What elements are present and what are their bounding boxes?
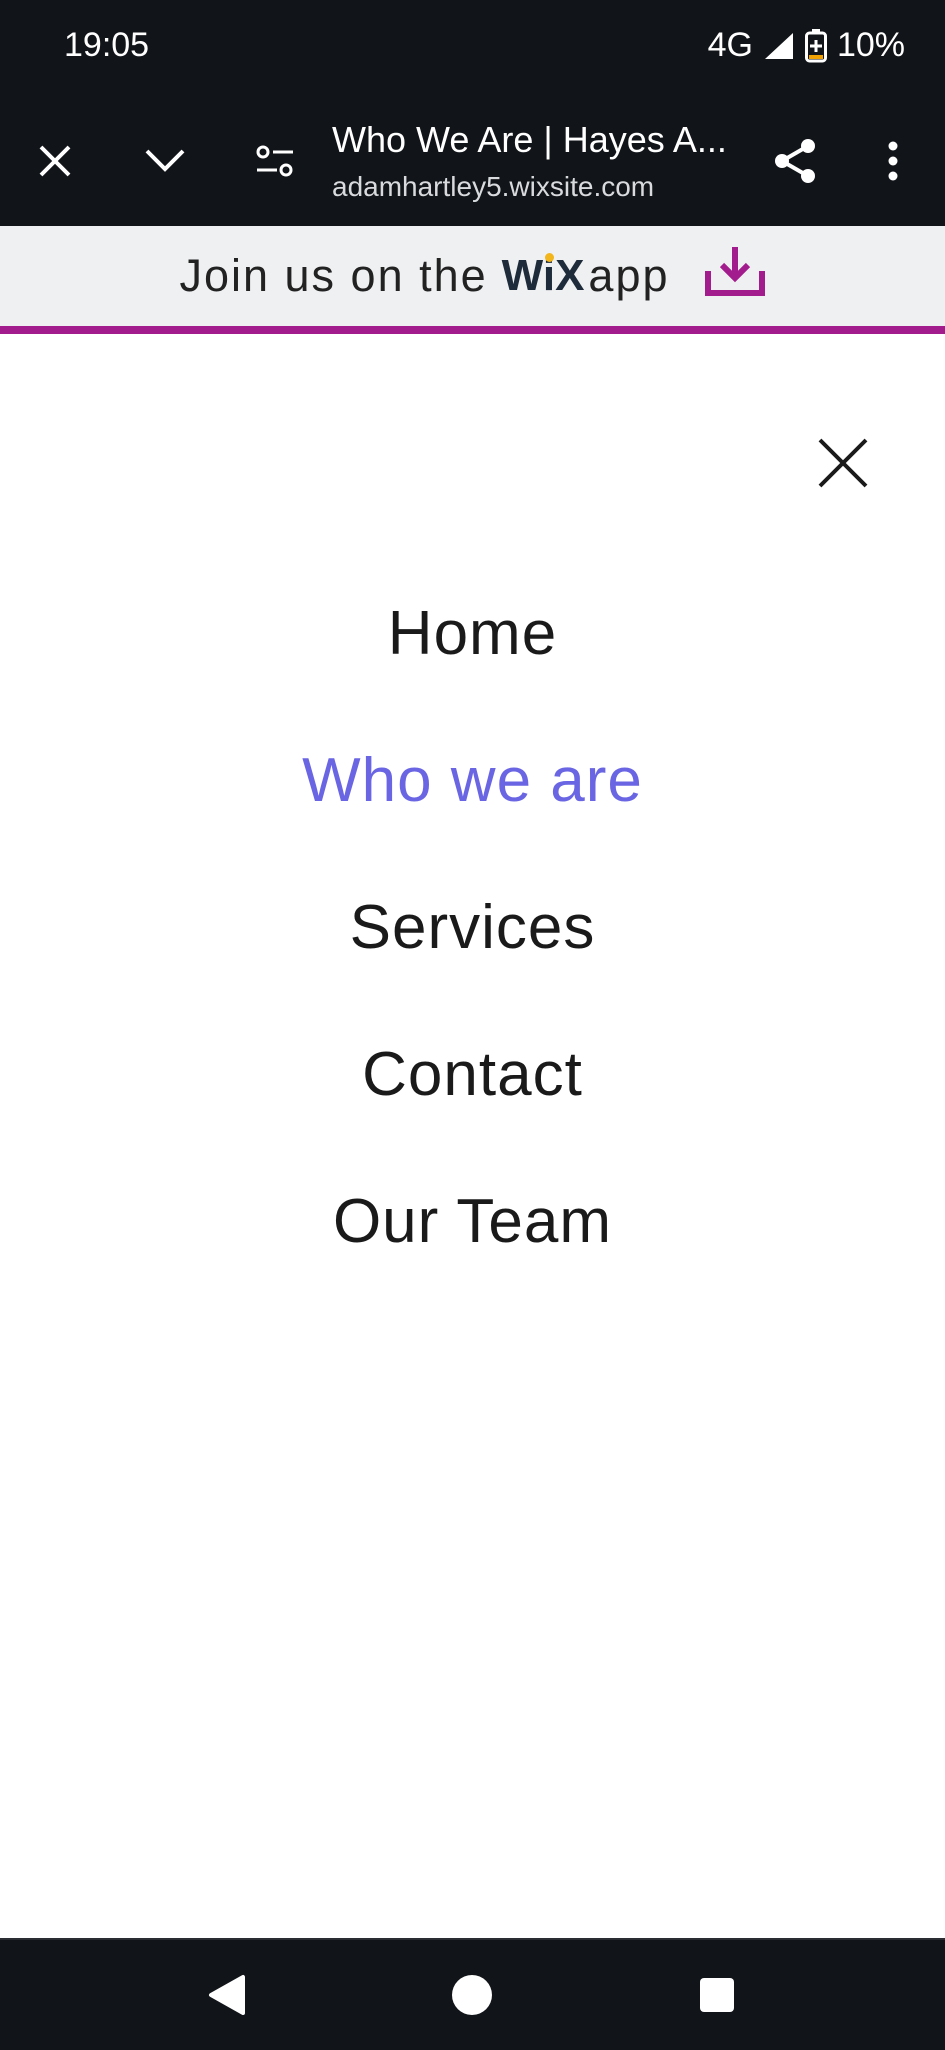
wix-logo: WiX bbox=[501, 251, 585, 300]
wix-app-banner[interactable]: Join us on the WiX app bbox=[0, 226, 945, 326]
page-title: Who We Are | Hayes A... bbox=[332, 119, 727, 160]
back-icon bbox=[209, 1975, 245, 2015]
page-title-block[interactable]: Who We Are | Hayes A... adamhartley5.wix… bbox=[332, 116, 752, 206]
more-options-button[interactable] bbox=[858, 126, 928, 196]
banner-divider bbox=[0, 326, 945, 334]
status-bar: 19:05 4G 10% bbox=[0, 0, 945, 96]
more-vert-icon bbox=[888, 141, 898, 181]
page-settings-button[interactable] bbox=[240, 126, 310, 196]
page-url: adamhartley5.wixsite.com bbox=[332, 171, 655, 202]
close-tab-button[interactable] bbox=[20, 126, 90, 196]
menu-item-home[interactable]: Home bbox=[0, 560, 945, 707]
download-icon bbox=[704, 245, 766, 308]
signal-icon bbox=[763, 31, 795, 61]
minimize-button[interactable] bbox=[130, 126, 200, 196]
menu-item-contact[interactable]: Contact bbox=[0, 1001, 945, 1148]
status-time: 19:05 bbox=[64, 26, 150, 64]
menu-close-button[interactable] bbox=[800, 420, 886, 506]
battery-icon bbox=[804, 28, 827, 63]
system-navigation-bar bbox=[0, 1938, 945, 2050]
home-button[interactable] bbox=[432, 1962, 512, 2028]
tune-icon bbox=[256, 145, 293, 177]
banner-text-before: Join us on the bbox=[179, 250, 488, 301]
close-icon bbox=[39, 145, 71, 177]
status-icons: 4G 10% bbox=[708, 26, 905, 65]
site-navigation-menu: Home Who we are Services Contact Our Tea… bbox=[0, 560, 945, 1295]
banner-text-after: app bbox=[588, 250, 670, 301]
close-icon bbox=[818, 438, 868, 488]
menu-item-who-we-are[interactable]: Who we are bbox=[0, 707, 945, 854]
back-button[interactable] bbox=[187, 1962, 267, 2028]
chevron-down-icon bbox=[145, 149, 185, 172]
browser-toolbar: Who We Are | Hayes A... adamhartley5.wix… bbox=[0, 96, 945, 226]
recents-button[interactable] bbox=[677, 1962, 757, 2028]
menu-item-our-team[interactable]: Our Team bbox=[0, 1148, 945, 1295]
home-icon bbox=[452, 1975, 492, 2015]
menu-item-services[interactable]: Services bbox=[0, 854, 945, 1001]
share-button[interactable] bbox=[760, 126, 830, 196]
recents-icon bbox=[700, 1978, 734, 2012]
network-type: 4G bbox=[707, 26, 753, 64]
battery-level: 10% bbox=[836, 26, 905, 64]
share-icon bbox=[775, 139, 815, 183]
